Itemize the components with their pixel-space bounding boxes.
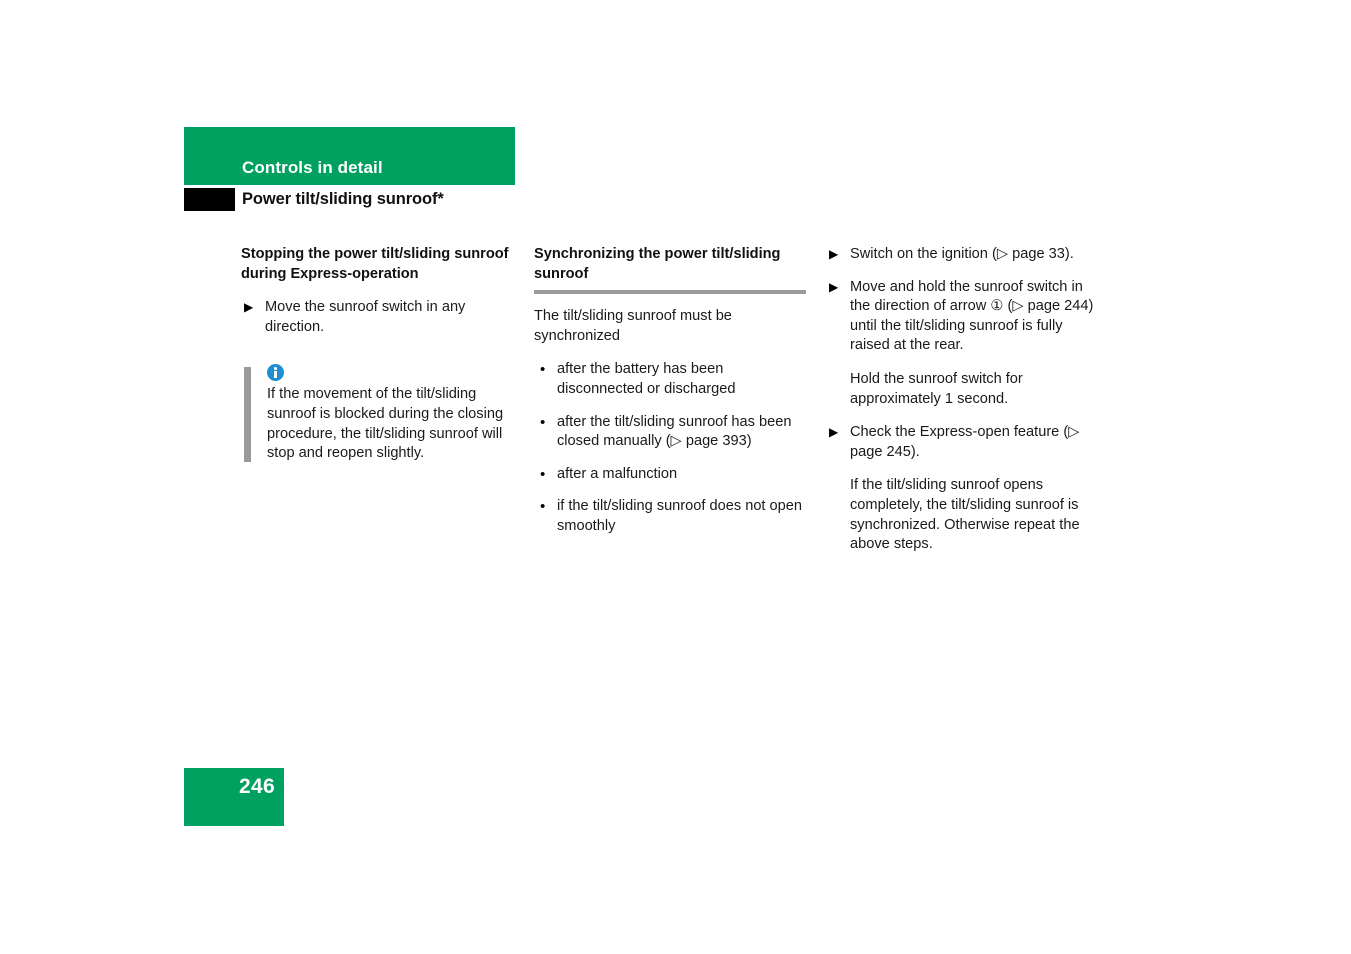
heading-rule (534, 290, 806, 295)
column-2-intro: The tilt/sliding sunroof must be synchro… (534, 308, 732, 344)
content-column-3: ▶ Switch on the ignition (▷ page 33). ▶ … (826, 245, 1100, 555)
page-number: 246 (239, 775, 275, 798)
step-2-note: Hold the sunroof switch for approximatel… (850, 370, 1023, 407)
list-item: ▶ Check the Express-open feature (▷ page… (826, 423, 1100, 462)
note-text: If the movement of the tilt/sliding sunr… (267, 386, 504, 462)
list-item: • after the battery has been disconnecte… (534, 360, 808, 399)
list-item: • after the tilt/sliding sunroof has bee… (534, 413, 808, 452)
chapter-title: Controls in detail (242, 158, 383, 177)
list-item-label: Check the Express-open feature (▷ page 2… (850, 424, 1080, 460)
dot-bullet-icon: • (540, 498, 546, 516)
page-number-box: 246 (184, 768, 284, 826)
list-item-label: after the tilt/sliding sunroof has been … (557, 413, 792, 450)
dot-bullet-icon: • (540, 465, 546, 483)
content-column-2: Synchronizing the power tilt/sliding sun… (534, 245, 808, 537)
list-item: • after a malfunction (534, 465, 808, 485)
triangle-bullet-icon: ▶ (829, 425, 839, 440)
info-icon (267, 364, 284, 382)
list-item: • if the tilt/sliding sunroof does not o… (534, 497, 808, 536)
list-item-label: Move and hold the sunroof switch in the … (850, 278, 1094, 354)
list-item: ▶ Switch on the ignition (▷ page 33). (826, 245, 1100, 265)
chapter-thumb-tab (184, 188, 235, 211)
content-column-1: Stopping the power tilt/sliding sunroof … (241, 245, 515, 464)
note-side-bar (244, 367, 251, 463)
list-item-label: if the tilt/sliding sunroof does not ope… (557, 498, 803, 534)
triangle-bullet-icon: ▶ (244, 300, 254, 315)
list-item-label: Switch on the ignition (▷ page 33). (850, 246, 1074, 262)
column-1-heading: Stopping the power tilt/sliding sunroof … (241, 246, 509, 282)
list-item: ▶ Move the sunroof switch in any directi… (241, 298, 515, 337)
section-title: Power tilt/sliding sunroof* (242, 190, 444, 208)
dot-bullet-icon: • (540, 413, 546, 431)
list-item-label: after a malfunction (557, 465, 678, 482)
step-3-note: If the tilt/sliding sunroof opens comple… (850, 477, 1080, 553)
triangle-bullet-icon: ▶ (829, 247, 839, 261)
column-2-heading: Synchronizing the power tilt/sliding sun… (534, 246, 781, 282)
list-item-label: after the battery has been disconnected … (557, 361, 736, 397)
list-item-label: Move the sunroof switch in any direction… (265, 299, 466, 335)
triangle-bullet-icon: ▶ (829, 279, 839, 294)
note-box: If the movement of the tilt/sliding sunr… (241, 364, 515, 463)
dot-bullet-icon: • (540, 361, 546, 379)
list-item: ▶ Move and hold the sunroof switch in th… (826, 278, 1100, 356)
